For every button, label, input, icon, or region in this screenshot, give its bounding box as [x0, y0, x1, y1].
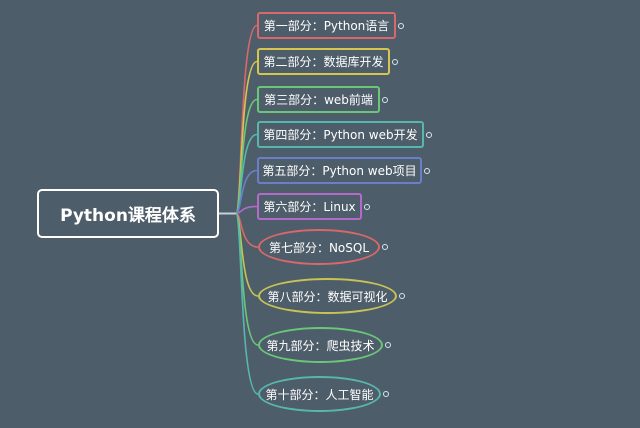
- branch-node-5[interactable]: 第五部分：Python web项目: [257, 157, 422, 184]
- branch-node-7[interactable]: 第七部分：NoSQL: [258, 229, 380, 265]
- branch-node-9[interactable]: 第九部分：爬虫技术: [258, 327, 383, 363]
- branch-node-10[interactable]: 第十部分：人工智能: [258, 376, 381, 412]
- expand-toggle-icon[interactable]: [392, 58, 398, 65]
- expand-toggle-icon[interactable]: [364, 203, 370, 210]
- expand-toggle-icon[interactable]: [399, 293, 405, 299]
- root-topic[interactable]: Python课程体系: [37, 189, 219, 238]
- expand-toggle-icon[interactable]: [424, 167, 430, 174]
- branch-node-3[interactable]: 第三部分：web前端: [257, 86, 380, 113]
- expand-toggle-icon[interactable]: [382, 96, 388, 103]
- expand-toggle-icon[interactable]: [398, 22, 404, 29]
- branch-node-8[interactable]: 第八部分：数据可视化: [258, 278, 397, 314]
- branch-node-1[interactable]: 第一部分：Python语言: [257, 12, 396, 39]
- mind-map: Python课程体系 第一部分：Python语言 第二部分：数据库开发 第三部分…: [0, 0, 640, 428]
- branch-node-6[interactable]: 第六部分：Linux: [257, 193, 362, 220]
- branch-node-4[interactable]: 第四部分：Python web开发: [257, 121, 424, 148]
- expand-toggle-icon[interactable]: [383, 391, 389, 397]
- expand-toggle-icon[interactable]: [426, 131, 432, 138]
- expand-toggle-icon[interactable]: [385, 342, 391, 348]
- branch-node-2[interactable]: 第二部分：数据库开发: [257, 48, 390, 75]
- expand-toggle-icon[interactable]: [382, 244, 388, 250]
